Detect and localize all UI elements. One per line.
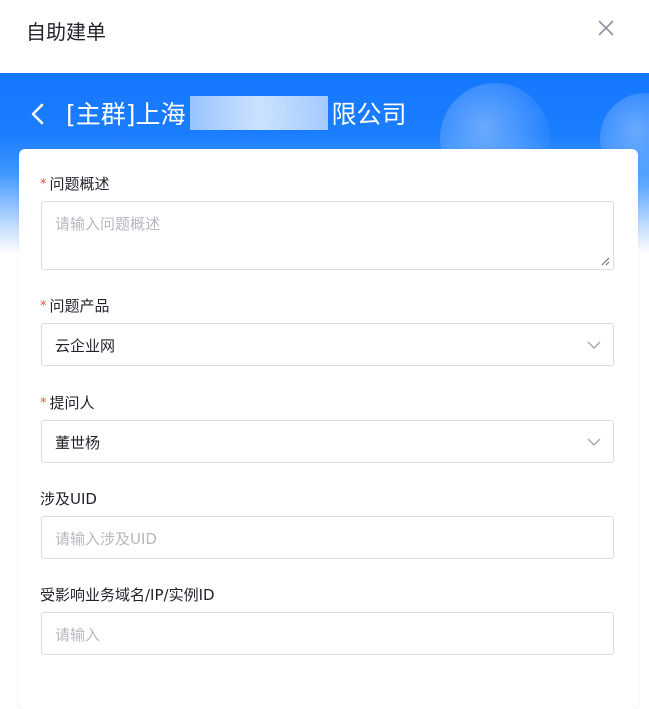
dialog-title: 自助建单	[26, 20, 106, 44]
field-label-summary: * 问题概述	[40, 175, 110, 193]
field-label-asker: * 提问人	[40, 394, 95, 412]
product-select-value: 云企业网	[55, 337, 116, 355]
affected-placeholder: 请输入	[55, 626, 101, 644]
redacted-text	[189, 96, 328, 130]
required-mark: *	[40, 299, 47, 314]
uid-input[interactable]: 请输入涉及UID	[41, 516, 614, 559]
group-name: [主群]上海 限公司	[66, 96, 407, 133]
close-button[interactable]	[595, 17, 617, 39]
chevron-left-icon	[31, 103, 44, 125]
required-mark: *	[40, 177, 47, 192]
chevron-down-icon	[587, 341, 601, 349]
dialog-header: 自助建单	[0, 0, 649, 73]
field-label-uid: 涉及UID	[40, 490, 97, 508]
field-label-affected: 受影响业务域名/IP/实例ID	[40, 586, 215, 604]
product-select[interactable]: 云企业网	[41, 323, 614, 366]
summary-textarea[interactable]: 请输入问题概述	[41, 201, 614, 270]
form-card: * 问题概述 请输入问题概述 * 问题产品 云企业网 * 提问人 董世杨 涉及UID …	[19, 149, 638, 709]
back-button[interactable]	[28, 101, 48, 127]
close-icon	[598, 20, 614, 36]
required-mark: *	[40, 396, 47, 411]
field-label-product: * 问题产品	[40, 297, 110, 315]
chevron-down-icon	[587, 438, 601, 446]
uid-placeholder: 请输入涉及UID	[55, 530, 157, 548]
resize-handle-icon[interactable]	[600, 256, 610, 266]
affected-input[interactable]: 请输入	[41, 612, 614, 655]
group-name-prefix: [主群]上海	[66, 100, 186, 129]
asker-select[interactable]: 董世杨	[41, 420, 614, 463]
group-name-suffix: 限公司	[331, 100, 407, 129]
asker-select-value: 董世杨	[55, 434, 101, 452]
summary-placeholder: 请输入问题概述	[55, 215, 161, 233]
